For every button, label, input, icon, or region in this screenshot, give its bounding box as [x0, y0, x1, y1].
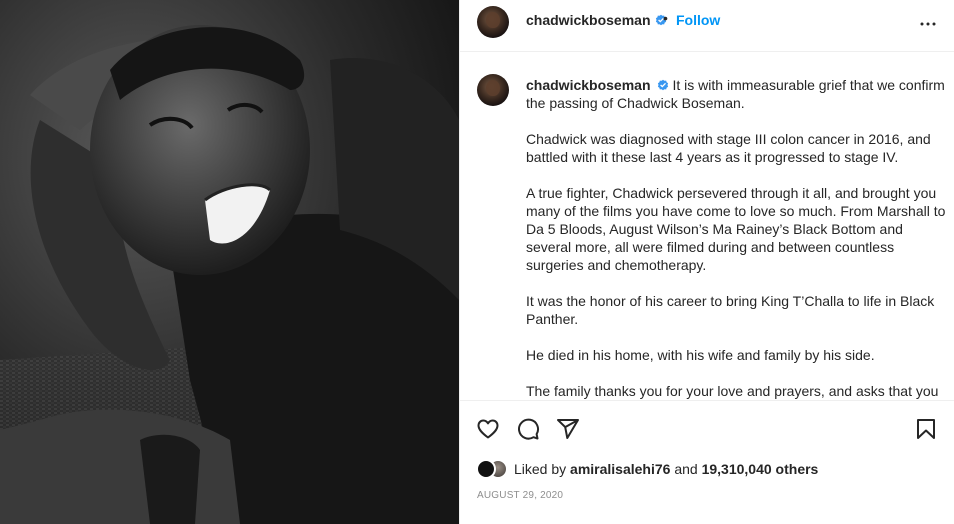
instagram-post: chadwickboseman • Follow chadwickboseman: [0, 0, 954, 524]
likes-text: Liked by amiralisalehi76 and 19,310,040 …: [514, 461, 818, 477]
share-icon[interactable]: [556, 417, 580, 441]
caption-text: chadwickboseman It is with immeasurable …: [526, 76, 946, 400]
comment-icon[interactable]: [516, 417, 540, 441]
liked-by-user[interactable]: amiralisalehi76: [570, 461, 670, 477]
verified-badge-icon: [657, 79, 668, 91]
likes-count[interactable]: 19,310,040 others: [702, 461, 819, 477]
post-date[interactable]: AUGUST 29, 2020: [477, 490, 563, 501]
liker-avatar[interactable]: [476, 459, 496, 479]
author-username-link[interactable]: chadwickboseman: [526, 12, 667, 30]
caption-paragraph-4: It was the honor of his career to bring …: [526, 293, 935, 327]
caption-section: chadwickboseman It is with immeasurable …: [460, 52, 954, 400]
caption-paragraph-6: The family thanks you for your love and …: [526, 383, 939, 399]
more-options-icon[interactable]: [916, 12, 940, 36]
author-username[interactable]: chadwickboseman: [526, 12, 651, 28]
follow-button[interactable]: Follow: [676, 12, 720, 28]
caption-paragraph-5: He died in his home, with his wife and f…: [526, 347, 875, 363]
caption-author-avatar[interactable]: [477, 74, 509, 106]
likes-middle: and: [674, 461, 698, 477]
post-header: chadwickboseman • Follow: [460, 0, 954, 52]
caption-paragraph-3: A true fighter, Chadwick persevered thro…: [526, 185, 946, 273]
author-avatar[interactable]: [477, 6, 509, 38]
post-details-panel: chadwickboseman • Follow chadwickboseman: [459, 0, 954, 524]
bookmark-icon[interactable]: [914, 417, 938, 441]
post-image[interactable]: [0, 0, 459, 524]
action-bar: [460, 400, 954, 456]
heart-icon[interactable]: [476, 417, 500, 441]
caption-username[interactable]: chadwickboseman: [526, 77, 651, 93]
likes-summary: Liked by amiralisalehi76 and 19,310,040 …: [476, 458, 818, 480]
likes-prefix: Liked by: [514, 461, 567, 477]
caption-paragraph-2: Chadwick was diagnosed with stage III co…: [526, 131, 931, 165]
portrait-photo: [0, 0, 459, 524]
header-separator: •: [663, 10, 668, 26]
caption-paragraph: chadwickboseman It is with immeasurable …: [526, 76, 946, 112]
